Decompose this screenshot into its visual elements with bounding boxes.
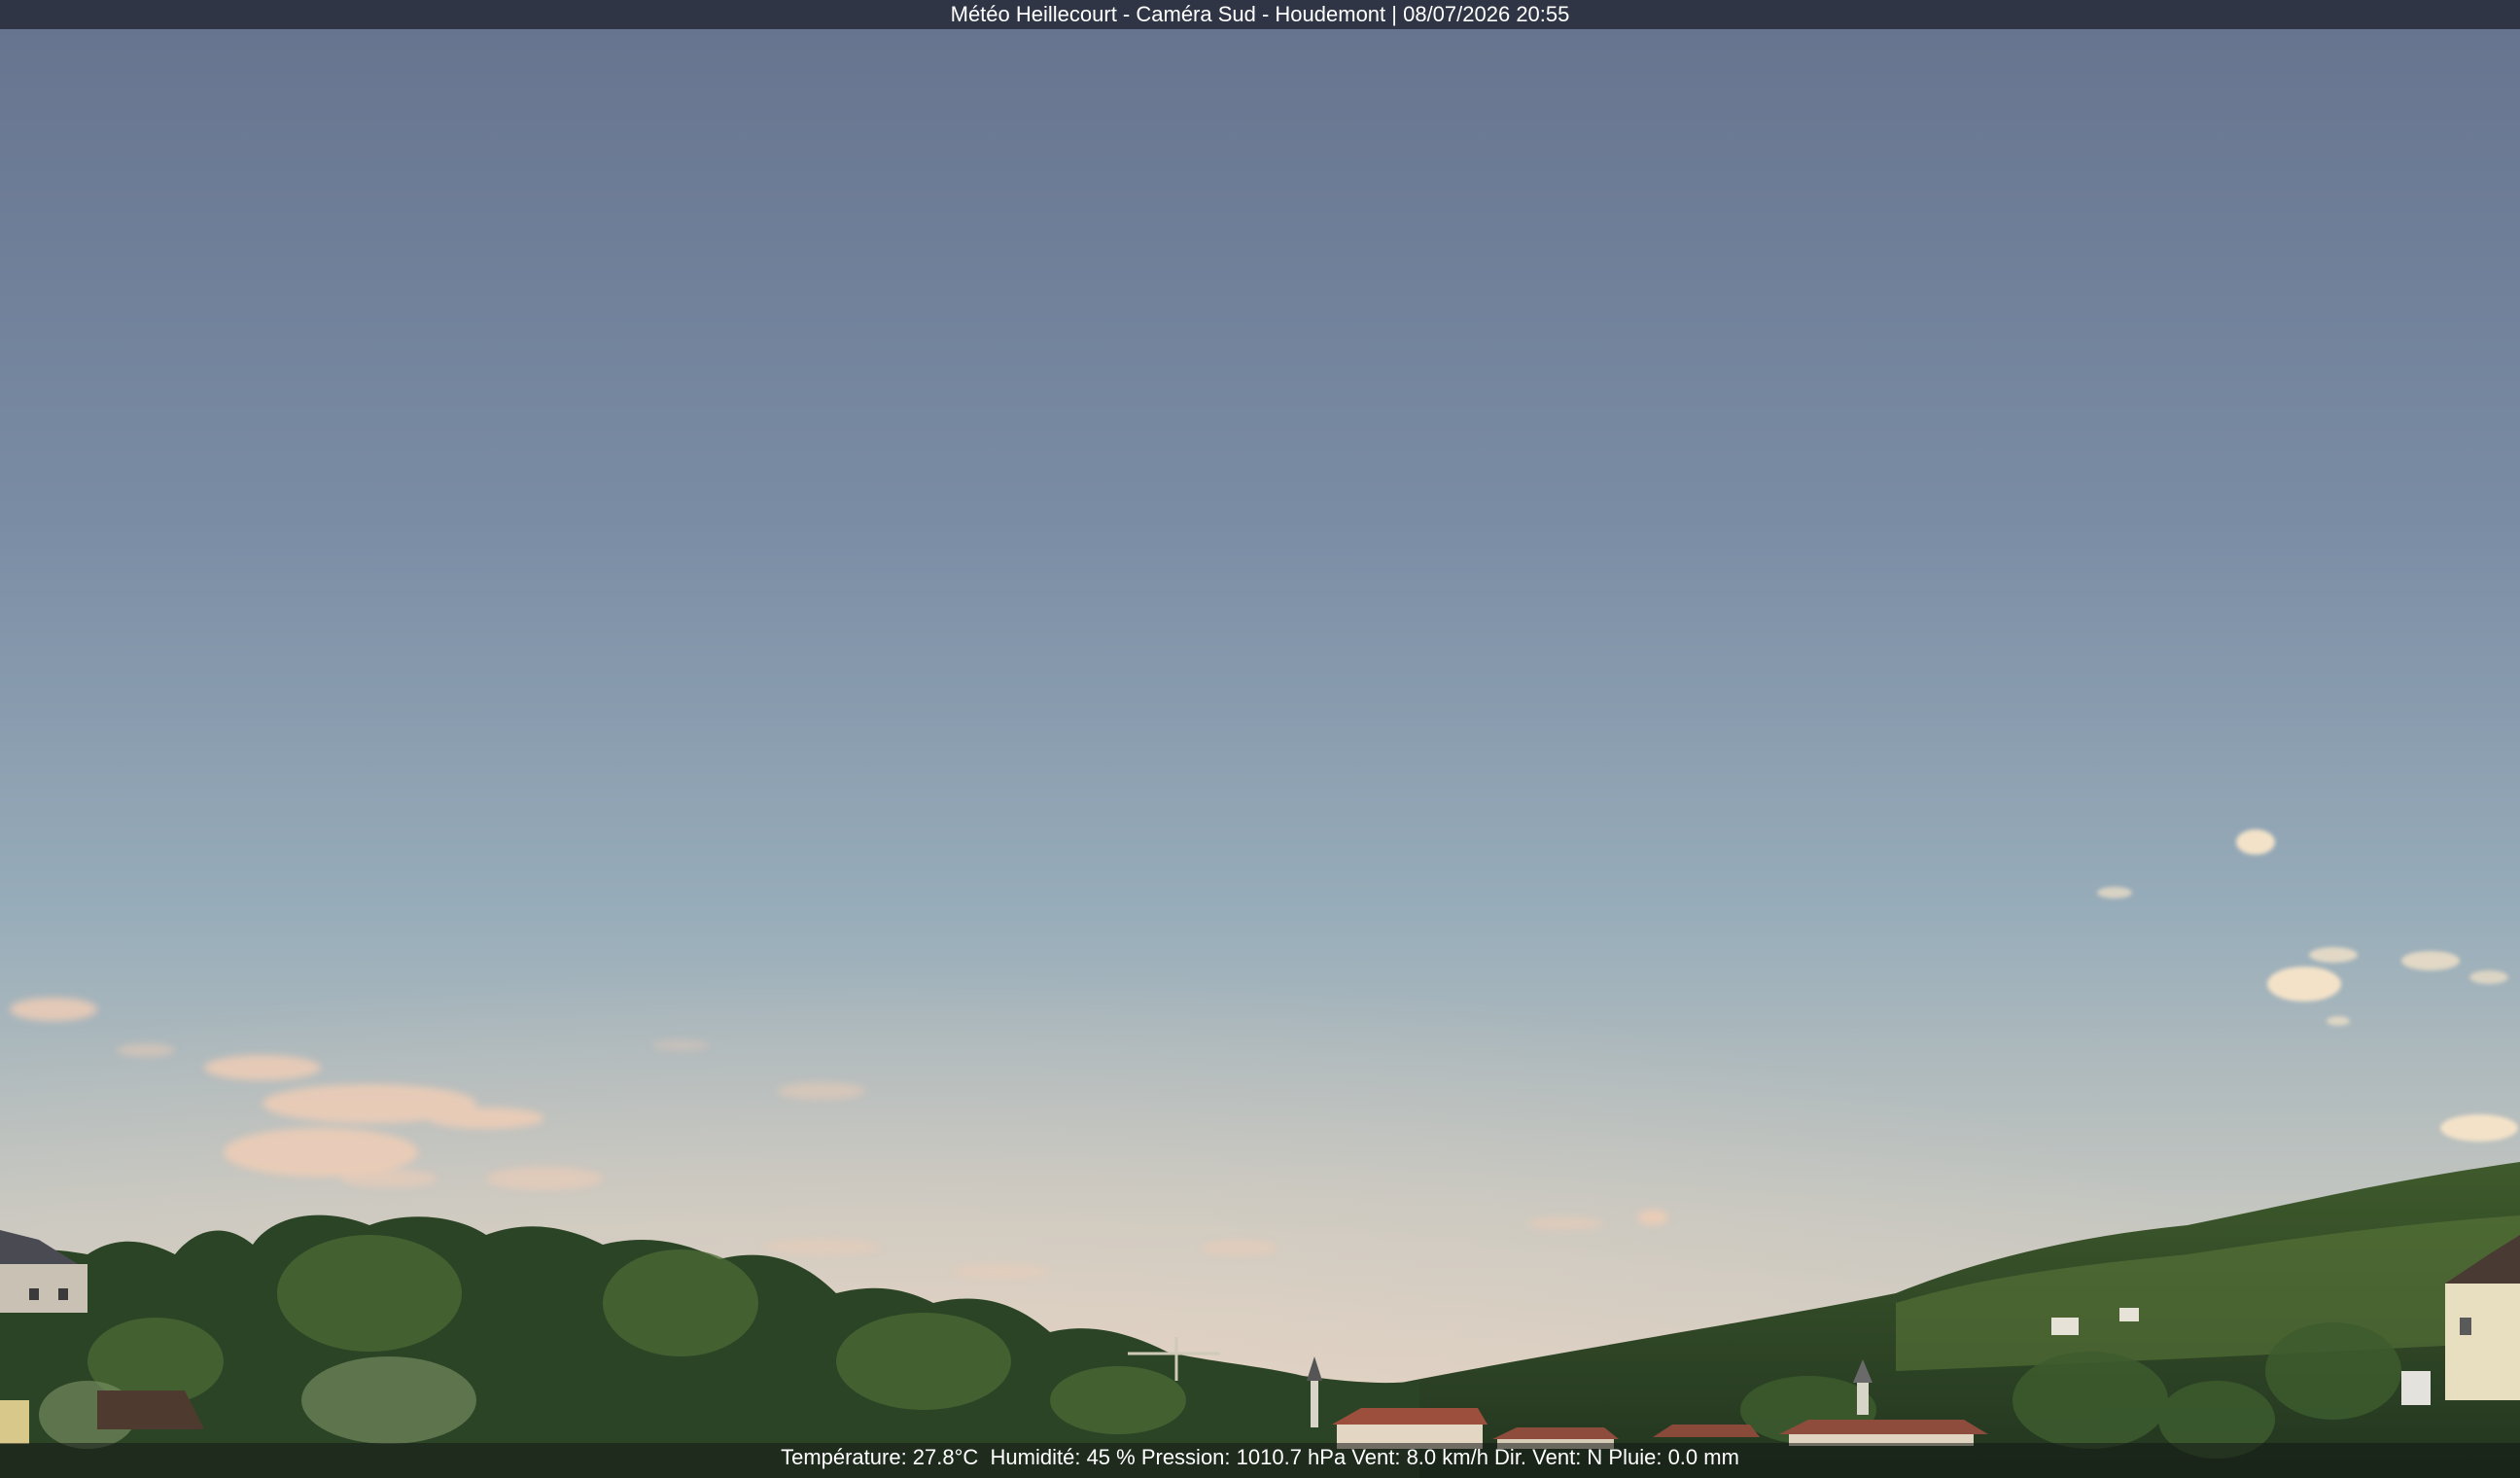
camera-title-bar: Météo Heillecourt - Caméra Sud - Houdemo…: [0, 0, 2520, 29]
webcam-image: [0, 0, 2520, 1478]
weather-readout-bar: Température: 27.8°C Humidité: 45 % Press…: [0, 1443, 2520, 1478]
